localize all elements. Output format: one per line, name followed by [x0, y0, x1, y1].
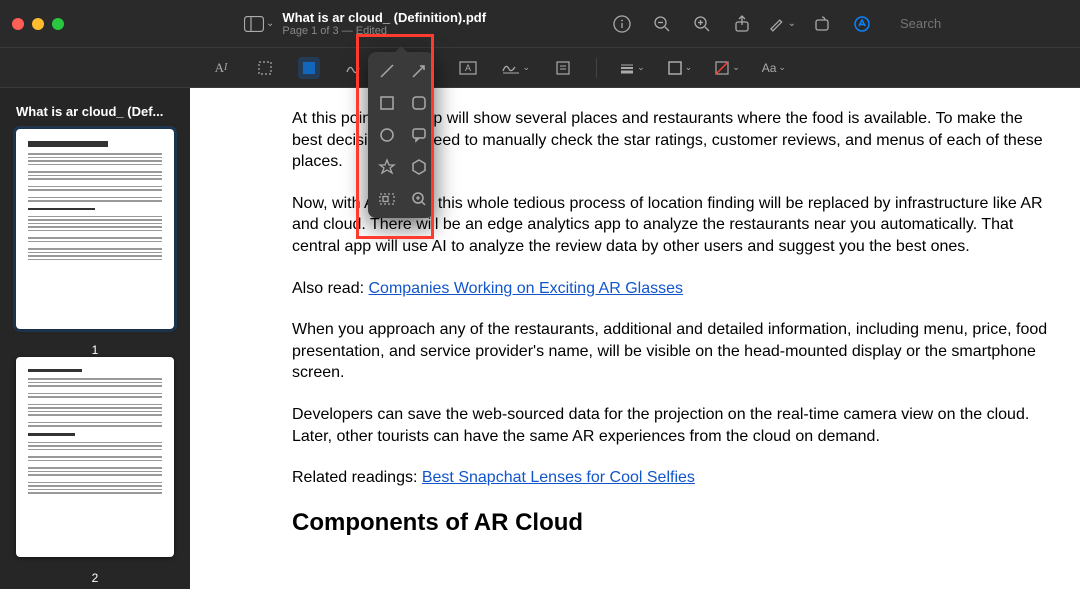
shape-style-dropdown[interactable]: ⌄	[619, 62, 645, 74]
svg-text:A: A	[465, 63, 471, 73]
main: What is ar cloud_ (Def... 1	[0, 88, 1080, 589]
rotate-icon[interactable]	[808, 10, 836, 38]
sidebar-doc-title: What is ar cloud_ (Def...	[10, 98, 180, 129]
fill-color-dropdown[interactable]: ⌄	[714, 60, 740, 76]
text: Related readings:	[292, 469, 422, 486]
separator	[596, 58, 597, 78]
border-color-dropdown[interactable]: ⌄	[667, 60, 693, 76]
shape-star[interactable]	[376, 156, 398, 178]
page-number-2: 2	[10, 565, 180, 585]
markup-icon[interactable]	[848, 10, 876, 38]
text-box-icon[interactable]: A	[457, 57, 479, 79]
zoom-in-icon[interactable]	[688, 10, 716, 38]
shape-speech-bubble[interactable]	[408, 124, 430, 146]
heading-components: Components of AR Cloud	[292, 509, 1056, 537]
note-icon[interactable]	[552, 57, 574, 79]
sign-dropdown[interactable]: ⌄	[501, 61, 531, 75]
search-box[interactable]	[888, 12, 1068, 35]
chevron-down-icon: ⌄	[732, 62, 740, 73]
minimize-window[interactable]	[32, 18, 44, 30]
info-icon[interactable]	[608, 10, 636, 38]
shape-mask[interactable]	[376, 188, 398, 210]
highlight-icon[interactable]: ⌄	[768, 10, 796, 38]
link-snapchat-lenses[interactable]: Best Snapchat Lenses for Cool Selfies	[422, 469, 695, 486]
chevron-down-icon: ⌄	[266, 18, 274, 29]
shape-hexagon[interactable]	[408, 156, 430, 178]
share-icon[interactable]	[728, 10, 756, 38]
titlebar: ⌄ What is ar cloud_ (Definition).pdf Pag…	[0, 0, 1080, 48]
shape-rounded-square[interactable]	[408, 92, 430, 114]
selection-icon[interactable]	[254, 57, 276, 79]
document-viewport[interactable]: At this point, the map will show several…	[190, 88, 1080, 589]
search-input[interactable]	[900, 16, 1076, 31]
page-number-1: 1	[10, 337, 180, 357]
shape-loupe[interactable]	[408, 188, 430, 210]
paragraph: Developers can save the web-sourced data…	[292, 404, 1056, 447]
page-thumbnail-2[interactable]	[16, 357, 174, 557]
shape-line[interactable]	[376, 60, 398, 82]
sidebar-toggle[interactable]: ⌄	[244, 16, 274, 32]
shape-square[interactable]	[376, 92, 398, 114]
shapes-popover	[368, 52, 434, 218]
paragraph: When you approach any of the restaurants…	[292, 319, 1056, 384]
paragraph: Related readings: Best Snapchat Lenses f…	[292, 467, 1056, 489]
text-style-icon[interactable]: AI	[210, 57, 232, 79]
close-window[interactable]	[12, 18, 24, 30]
redact-icon[interactable]	[298, 57, 320, 79]
shape-arrow[interactable]	[408, 60, 430, 82]
font-dropdown[interactable]: Aa⌄	[762, 61, 786, 75]
window-controls	[12, 18, 64, 30]
document-title: What is ar cloud_ (Definition).pdf	[282, 10, 486, 25]
zoom-window[interactable]	[52, 18, 64, 30]
thumbnails-sidebar[interactable]: What is ar cloud_ (Def... 1	[0, 88, 190, 589]
page-thumbnail-1[interactable]	[16, 129, 174, 329]
paragraph: Also read: Companies Working on Exciting…	[292, 278, 1056, 300]
markup-bar: AI ⌄ A ⌄ ⌄ ⌄ ⌄ Aa⌄	[0, 48, 1080, 88]
zoom-out-icon[interactable]	[648, 10, 676, 38]
sketch-icon[interactable]	[342, 57, 364, 79]
chevron-down-icon: ⌄	[637, 62, 645, 73]
link-ar-glasses[interactable]: Companies Working on Exciting AR Glasses	[368, 280, 683, 297]
toolbar-right: ⌄	[608, 10, 1068, 38]
chevron-down-icon: ⌄	[523, 62, 531, 73]
chevron-down-icon: ⌄	[685, 62, 693, 73]
title-block: What is ar cloud_ (Definition).pdf Page …	[282, 10, 486, 37]
chevron-down-icon: ⌄	[778, 62, 786, 73]
text: Also read:	[292, 280, 368, 297]
chevron-down-icon: ⌄	[788, 18, 796, 29]
shape-circle[interactable]	[376, 124, 398, 146]
page-info: Page 1 of 3 — Edited	[282, 25, 486, 37]
